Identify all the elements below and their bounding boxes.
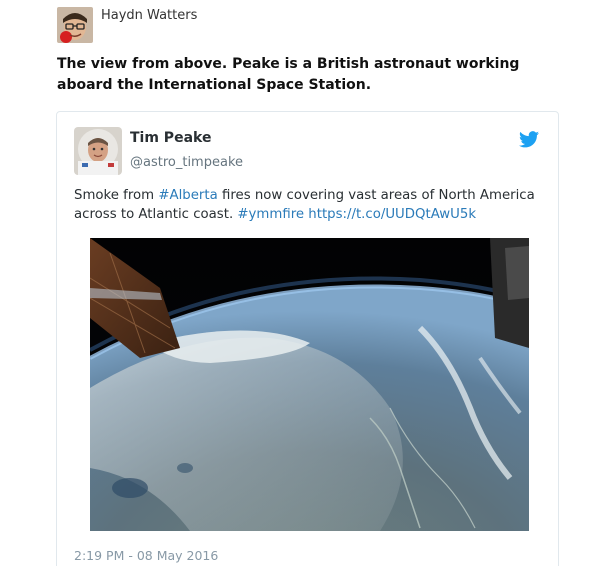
tweet-handle[interactable]: @astro_timpeake <box>130 154 243 172</box>
tweet-card[interactable]: Tim Peake @astro_timpeake Smoke from #Al… <box>56 111 559 566</box>
tweet-author-avatar[interactable] <box>74 127 122 175</box>
tweet-text: Smoke from #Alberta fires now covering v… <box>74 186 544 224</box>
author-name[interactable]: Haydn Watters <box>101 8 197 24</box>
embedded-tweet-page: Haydn Watters The view from above. Peake… <box>0 0 610 566</box>
hashtag-alberta[interactable]: #Alberta <box>158 188 217 203</box>
author-avatar[interactable] <box>57 7 93 43</box>
tweet-photo[interactable] <box>90 238 529 531</box>
hashtag-ymmfire[interactable]: #ymmfire <box>237 207 304 222</box>
post-author: Haydn Watters <box>57 7 197 43</box>
tweet-header: Tim Peake @astro_timpeake <box>74 127 541 179</box>
tweet-text-part: Smoke from <box>74 188 159 203</box>
tweet-display-name[interactable]: Tim Peake <box>130 129 211 147</box>
tweet-timestamp[interactable]: 2:19 PM - 08 May 2016 <box>74 548 218 564</box>
twitter-bird-icon[interactable] <box>519 131 539 148</box>
tweet-link[interactable]: https://t.co/UUDQtAwU5k <box>308 207 476 222</box>
intro-text: The view from above. Peake is a British … <box>57 56 520 93</box>
